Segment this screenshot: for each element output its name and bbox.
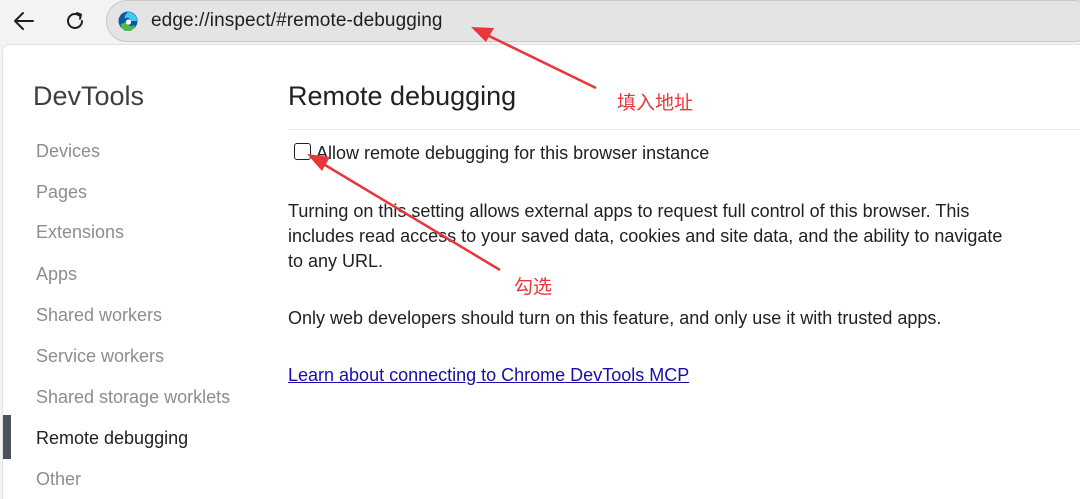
sidebar: DevTools Devices Pages Extensions Apps S… [3,45,263,499]
sidebar-item-other[interactable]: Other [36,469,81,490]
reload-button[interactable] [57,4,93,38]
sidebar-item-remote-debugging[interactable]: Remote debugging [36,428,188,449]
page-title: Remote debugging [288,81,517,111]
sidebar-item-pages[interactable]: Pages [36,182,87,203]
address-bar[interactable]: edge://inspect/#remote-debugging [106,0,1080,42]
sidebar-item-apps[interactable]: Apps [36,264,77,285]
sidebar-item-devices[interactable]: Devices [36,141,100,162]
browser-toolbar: edge://inspect/#remote-debugging [0,0,1080,44]
sidebar-item-extensions[interactable]: Extensions [36,222,124,243]
remote-debugging-checkbox[interactable] [294,142,311,160]
warning-note: Only web developers should turn on this … [288,308,942,328]
sidebar-item-shared-workers[interactable]: Shared workers [36,305,162,326]
reload-icon [67,12,83,29]
description-text: Turning on this setting allows external … [288,201,1003,271]
address-hint-label: 填入地址 [617,92,694,114]
arrow-left-icon [14,12,34,30]
remote-debugging-checkbox-row[interactable]: Allow remote debugging for this browser … [288,141,709,165]
active-indicator [3,415,11,459]
sidebar-item-shared-storage-worklets[interactable]: Shared storage worklets [36,387,230,408]
devtools-mcp-link[interactable]: Learn about connecting to Chrome DevTool… [288,365,689,386]
sidebar-item-service-workers[interactable]: Service workers [36,346,164,367]
back-button[interactable] [6,4,42,38]
checkbox-hint-label: 勾选 [514,276,553,298]
url-text: edge://inspect/#remote-debugging [151,10,443,31]
checkbox-label: Allow remote debugging for this browser … [316,142,710,163]
edge-logo-icon [118,11,138,31]
sidebar-brand: DevTools [33,81,145,111]
title-divider [288,129,1080,130]
